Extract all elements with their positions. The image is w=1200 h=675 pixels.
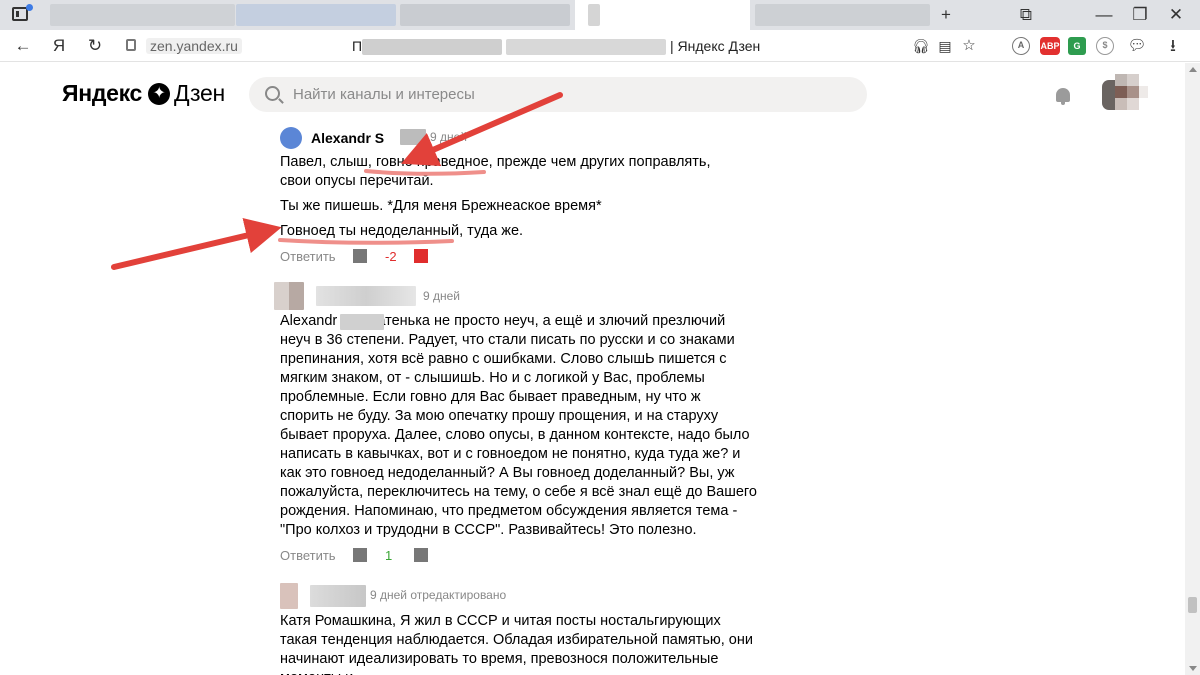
dislike-icon[interactable] (414, 249, 428, 263)
comment: 9 дней Alexandr Вы, батенька не просто н… (274, 282, 780, 566)
back-arrow-icon[interactable]: ← (12, 36, 34, 56)
url-text[interactable]: zen.yandex.ru (146, 38, 242, 54)
chat-icon[interactable]: 💬︎ (1126, 36, 1148, 56)
close-button[interactable]: ✕ (1164, 4, 1188, 26)
commenter-avatar[interactable] (280, 127, 302, 149)
coin-icon[interactable]: $ (1096, 37, 1114, 55)
adblock-icon[interactable]: ABP (1040, 37, 1060, 55)
page-title-suffix: | Яндекс Дзен (670, 38, 761, 54)
accessibility-icon[interactable]: A (1012, 37, 1030, 55)
comment-text: Павел, слыш, говно праведное, прежде чем… (280, 154, 711, 189)
address-bar: ← Я ↻ zen.yandex.ru П | Яндекс Дзен 🎧︎ ▤… (0, 30, 1200, 62)
author-name-blurred (316, 286, 416, 306)
scroll-down-icon[interactable] (1189, 666, 1197, 671)
arrow-annotation (111, 218, 282, 270)
user-avatar[interactable] (1102, 74, 1148, 116)
bookmarks-icon[interactable]: ⧉ (1014, 4, 1038, 26)
yandex-button[interactable]: Я (48, 36, 70, 56)
yandex-zen-logo[interactable]: Яндекс Дзен (62, 80, 225, 107)
comment: 9 дней отредактировано Катя Ромашкина, Я… (280, 582, 780, 675)
search-input[interactable] (293, 77, 853, 112)
reload-icon[interactable]: ↻ (84, 36, 106, 56)
search-icon (265, 86, 280, 101)
lock-icon[interactable] (126, 39, 136, 51)
minimize-button[interactable]: — (1092, 4, 1116, 26)
new-tab-button[interactable]: + (934, 4, 958, 26)
mention-blurred (340, 314, 384, 330)
notification-dot (26, 4, 33, 11)
page-scrollbar[interactable] (1185, 63, 1200, 675)
tab-blurred[interactable] (400, 4, 570, 26)
comment-time: 9 дней (423, 289, 461, 303)
comment-time: 9 дней (430, 130, 468, 144)
bell-icon[interactable] (1056, 88, 1070, 105)
zen-star-icon (148, 82, 171, 105)
comment-text: Alexandr Вы, батенька не просто неуч, а … (280, 313, 757, 538)
reader-mode-icon[interactable]: ▤ (934, 36, 956, 56)
like-icon[interactable] (353, 548, 367, 562)
commenter-avatar[interactable] (274, 282, 304, 310)
commenter-avatar[interactable] (280, 583, 298, 609)
comment-time: 9 дней отредактировано (370, 588, 507, 602)
comment: Alexandr S 9 дней Павел, слыш, говно пра… (280, 127, 780, 267)
dislike-icon[interactable] (414, 548, 428, 562)
title-blurred (506, 39, 666, 55)
comment-score: 1 (385, 548, 393, 563)
scroll-thumb[interactable] (1188, 597, 1197, 613)
star-icon[interactable]: ☆ (958, 36, 980, 56)
page-content: Яндекс Дзен Alexandr S 9 дней Павел, слы… (0, 63, 1185, 675)
author-name-blurred (310, 585, 366, 607)
logo-yandex: Яндекс (62, 80, 143, 106)
download-icon[interactable]: ⭳ (1162, 36, 1184, 56)
tab-active[interactable] (575, 0, 750, 30)
reply-link[interactable]: Ответить (280, 249, 336, 264)
search-box[interactable] (249, 77, 867, 112)
logo-zen: Дзен (174, 80, 225, 106)
headphones-icon[interactable]: 🎧︎ (910, 36, 932, 56)
comment-text: Говноед ты недоделанный, туда же. (280, 223, 524, 239)
tab-blurred[interactable] (50, 4, 235, 26)
scroll-up-icon[interactable] (1189, 67, 1197, 72)
page-title: П (352, 38, 363, 54)
comment-author[interactable]: Alexandr S (311, 130, 384, 146)
restore-button[interactable]: ❐ (1128, 4, 1152, 26)
like-icon[interactable] (353, 249, 367, 263)
comment-text: Катя Ромашкина, Я жил в СССР и читая пос… (280, 613, 753, 675)
title-blurred (362, 39, 502, 55)
tab-bar: + ⧉ — ❐ ✕ (0, 0, 1200, 30)
author-name-blurred (400, 129, 426, 145)
translate-icon[interactable]: G (1068, 37, 1086, 55)
tab-blurred[interactable] (236, 4, 396, 26)
tab-blurred[interactable] (588, 4, 600, 26)
comment-text: Ты же пишешь. *Для меня Брежнеаское врем… (280, 198, 602, 214)
reply-link[interactable]: Ответить (280, 548, 336, 563)
comment-score: -2 (385, 249, 397, 264)
tab-blurred[interactable] (755, 4, 930, 26)
